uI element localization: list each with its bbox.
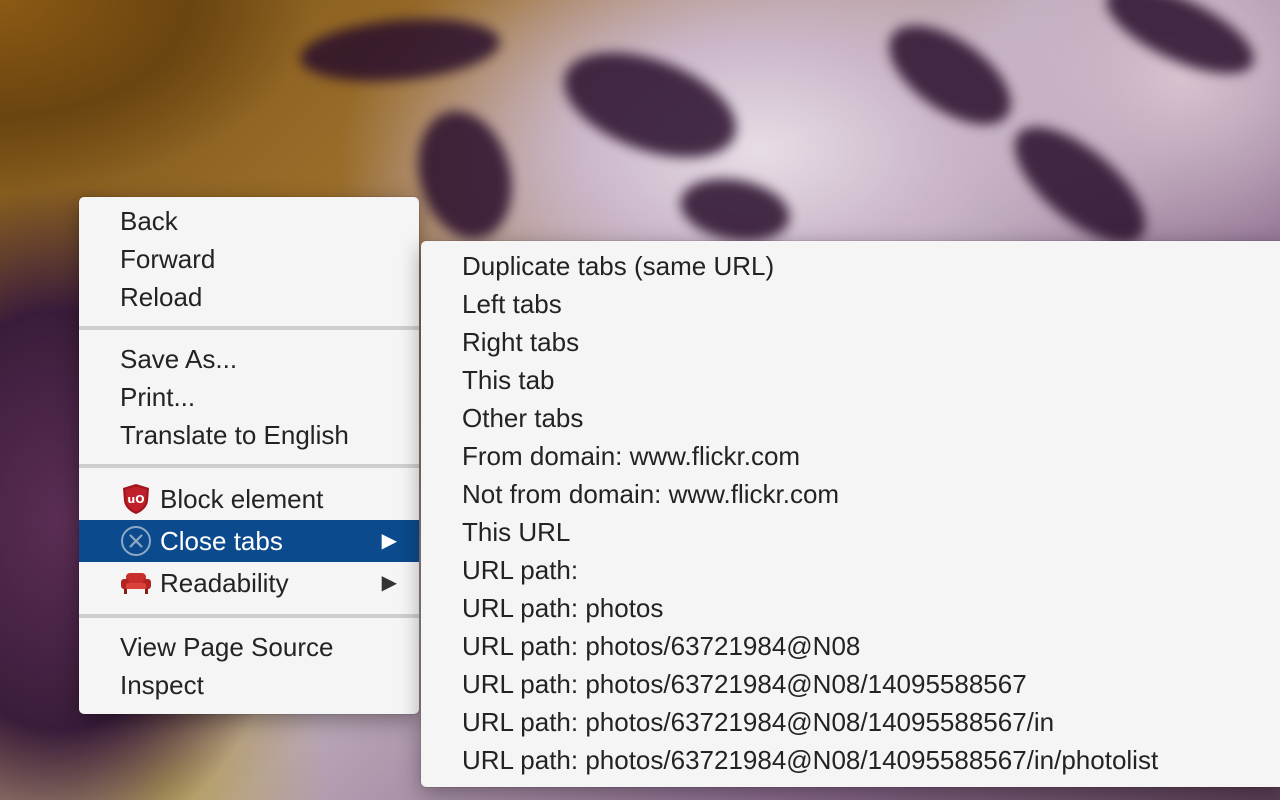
- menu-separator: [79, 326, 419, 330]
- menu-item-save-as[interactable]: Save As...: [79, 340, 419, 378]
- close-circle-icon: [120, 525, 152, 557]
- submenu-item-url-path-photos[interactable]: URL path: photos: [421, 589, 1280, 627]
- menu-item-label: Save As...: [120, 344, 238, 374]
- photo-texture: [675, 170, 795, 250]
- photo-texture: [297, 11, 503, 89]
- menu-separator: [79, 614, 419, 618]
- menu-separator: [79, 464, 419, 468]
- submenu-item-duplicate-tabs[interactable]: Duplicate tabs (same URL): [421, 247, 1280, 285]
- photo-texture: [1094, 0, 1266, 91]
- menu-item-block-element[interactable]: uO Block element: [79, 478, 419, 520]
- submenu-item-this-tab[interactable]: This tab: [421, 361, 1280, 399]
- svg-text:uO: uO: [127, 493, 144, 506]
- menu-item-forward[interactable]: Forward: [79, 240, 419, 278]
- menu-item-readability[interactable]: Readability ▶: [79, 562, 419, 604]
- menu-item-label: Block element: [160, 484, 324, 514]
- menu-item-back[interactable]: Back: [79, 202, 419, 240]
- submenu-item-url-path-photo[interactable]: URL path: photos/63721984@N08/1409558856…: [421, 665, 1280, 703]
- menu-item-close-tabs[interactable]: Close tabs ▶: [79, 520, 419, 562]
- menu-item-translate[interactable]: Translate to English: [79, 416, 419, 454]
- menu-item-print[interactable]: Print...: [79, 378, 419, 416]
- menu-item-label: Translate to English: [120, 420, 349, 450]
- menu-item-view-page-source[interactable]: View Page Source: [79, 628, 419, 666]
- submenu-item-other-tabs[interactable]: Other tabs: [421, 399, 1280, 437]
- submenu-item-url-path-user[interactable]: URL path: photos/63721984@N08: [421, 627, 1280, 665]
- menu-item-label: Close tabs: [160, 526, 283, 556]
- menu-item-label: Readability: [160, 568, 289, 598]
- context-menu: Back Forward Reload Save As... Print... …: [79, 197, 419, 714]
- submenu-item-right-tabs[interactable]: Right tabs: [421, 323, 1280, 361]
- menu-item-label: Back: [120, 206, 178, 236]
- armchair-icon: [120, 567, 152, 599]
- ublock-shield-icon: uO: [120, 483, 152, 515]
- submenu-arrow-icon: ▶: [381, 530, 397, 552]
- menu-item-label: Forward: [120, 244, 216, 274]
- menu-item-label: Inspect: [120, 670, 204, 700]
- menu-item-label: Print...: [120, 382, 196, 412]
- photo-texture: [872, 6, 1028, 144]
- photo-texture: [996, 106, 1164, 264]
- menu-item-label: Reload: [120, 282, 203, 312]
- menu-item-reload[interactable]: Reload: [79, 278, 419, 316]
- submenu-arrow-icon: ▶: [381, 572, 397, 594]
- menu-item-inspect[interactable]: Inspect: [79, 666, 419, 704]
- submenu-item-url-path-in[interactable]: URL path: photos/63721984@N08/1409558856…: [421, 703, 1280, 741]
- submenu-item-not-from-domain[interactable]: Not from domain: www.flickr.com: [421, 475, 1280, 513]
- close-tabs-submenu: Duplicate tabs (same URL) Left tabs Righ…: [421, 241, 1280, 787]
- submenu-item-from-domain[interactable]: From domain: www.flickr.com: [421, 437, 1280, 475]
- photo-texture: [550, 31, 750, 179]
- submenu-item-url-path-root[interactable]: URL path:: [421, 551, 1280, 589]
- photo-texture: [404, 100, 526, 250]
- submenu-item-left-tabs[interactable]: Left tabs: [421, 285, 1280, 323]
- submenu-item-this-url[interactable]: This URL: [421, 513, 1280, 551]
- submenu-item-url-path-photolist[interactable]: URL path: photos/63721984@N08/1409558856…: [421, 741, 1280, 779]
- menu-item-label: View Page Source: [120, 632, 334, 662]
